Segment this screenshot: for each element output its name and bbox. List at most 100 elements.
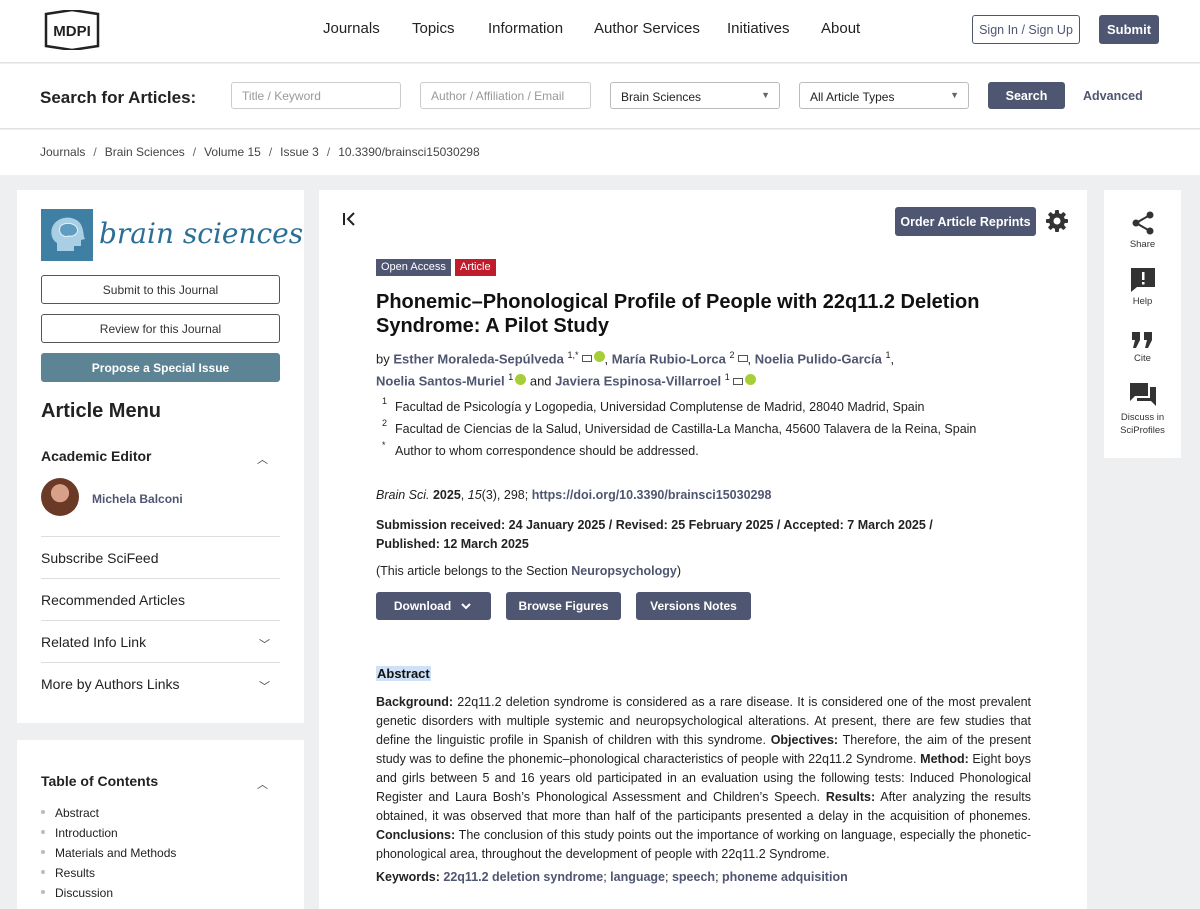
avatar [41,478,79,516]
keywords: Keywords: 22q11.2 deletion syndrome; lan… [376,870,848,884]
keyword-input[interactable]: Title / Keyword [231,82,401,109]
submit-button[interactable]: Submit [1099,15,1159,44]
article-type-select[interactable]: All Article Types ▼ [799,82,969,109]
affiliation: 1 Facultad de Psicología y Logopedia, Uni… [382,396,925,414]
browse-figures-button[interactable]: Browse Figures [506,592,621,620]
keyword-link[interactable]: language [610,870,665,884]
nav-author-services[interactable]: Author Services [594,20,700,37]
author-link[interactable]: Noelia Santos-Muriel [376,374,505,389]
author-input[interactable]: Author / Affiliation / Email [420,82,591,109]
article-type-value: All Article Types [810,90,895,104]
academic-editor-toggle[interactable]: Academic Editor [41,448,151,464]
author-sup: 1 [508,372,514,383]
open-access-badge: Open Access [376,259,451,276]
toc-item[interactable]: Introduction [41,826,176,846]
author-sup: 2 [729,350,735,360]
journal-select[interactable]: Brain Sciences ▼ [610,82,780,109]
nav-about[interactable]: About [821,20,860,37]
affiliations: 1 Facultad de Psicología y Logopedia, Uni… [376,396,1036,466]
order-reprints-button[interactable]: Order Article Reprints [895,207,1036,236]
help-icon [1130,268,1155,292]
author-link[interactable]: Javiera Espinosa-Villarroel [555,374,721,389]
share-tool[interactable]: Share [1104,210,1181,250]
download-label: Download [393,599,452,613]
orcid-icon[interactable] [593,351,605,363]
mail-icon[interactable] [732,377,743,385]
brain-head-icon [41,209,93,261]
citation-journal: Brain Sci. [376,488,430,502]
keyword-link[interactable]: speech [672,870,715,884]
breadcrumb-volume[interactable]: Volume 15 [204,145,261,159]
article-menu-title: Article Menu [41,400,162,422]
caret-down-icon: ▼ [761,90,770,100]
tool-label: Help [1132,296,1153,307]
section-link[interactable]: Neuropsychology [571,564,677,578]
menu-related-info[interactable]: Related Info Link ﹀ [41,620,280,662]
versions-notes-button[interactable]: Versions Notes [636,592,751,620]
editor-name-link[interactable]: Michela Balconi [92,492,183,506]
journal-logo[interactable]: brain sciences [41,209,303,261]
toc-title[interactable]: Table of Contents [41,773,158,789]
mail-icon[interactable] [581,355,592,363]
and-label: and [529,373,552,389]
article-section: (This article belongs to the Section Neu… [376,564,681,578]
top-navigation: MDPI Journals Topics Information Author … [0,0,1200,63]
orcid-icon[interactable] [744,373,756,385]
breadcrumb-journals[interactable]: Journals [40,145,85,159]
search-button[interactable]: Search [988,82,1065,109]
affiliation: * Author to whom correspondence should be… [382,440,699,458]
toc-item[interactable]: Abstract [41,806,176,826]
mdpi-logo[interactable]: MDPI [40,10,104,50]
doi-link[interactable]: https://doi.org/10.3390/brainsci15030298 [532,488,772,502]
menu-subscribe-scifeed[interactable]: Subscribe SciFeed [41,536,280,578]
nav-topics[interactable]: Topics [412,20,455,37]
by-label: by [376,351,390,367]
review-for-journal-button[interactable]: Review for this Journal [41,314,280,343]
collapse-icon[interactable] [341,210,359,228]
keyword-link[interactable]: 22q11.2 deletion syndrome [443,870,603,884]
article-type-badge: Article [455,259,496,276]
toc-item[interactable]: Results [41,866,176,886]
breadcrumb-bar: Journals / Brain Sciences / Volume 15/Issue … [0,130,1200,175]
journal-name: brain sciences [99,217,304,250]
menu-item-label: Subscribe SciFeed [41,550,159,566]
sign-in-button[interactable]: Sign In / Sign Up [972,15,1080,44]
affiliation: 2 Facultad de Ciencias de la Salud, Unive… [382,418,977,436]
author-link[interactable]: María Rubio-Lorca [612,351,726,366]
cite-tool[interactable]: Cite [1104,330,1181,364]
nav-journals[interactable]: Journals [323,20,380,37]
toc-item[interactable]: Materials and Methods [41,846,176,866]
submit-to-journal-button[interactable]: Submit to this Journal [41,275,280,304]
keywords-label: Keywords: [376,870,440,884]
menu-item-label: Related Info Link [41,634,147,650]
chevron-up-icon[interactable]: ︿ [257,451,268,467]
advanced-search-link[interactable]: Advanced [1083,89,1143,103]
article-tools-panel: Share Help Cite Discuss in SciProfiles [1104,190,1181,458]
gear-icon[interactable] [1045,209,1069,233]
author-link[interactable]: Esther Moraleda-Sepúlveda [393,351,564,366]
download-button[interactable]: Download [376,592,491,620]
breadcrumb: Journals / Brain Sciences / Volume 15/Issue … [40,145,480,159]
menu-recommended-articles[interactable]: Recommended Articles [41,578,280,620]
discuss-tool[interactable]: Discuss in SciProfiles [1104,382,1181,437]
keyword-link[interactable]: phoneme adquisition [722,870,848,884]
menu-item-label: More by Authors Links [41,676,180,692]
author-link[interactable]: Noelia Pulido-García [755,351,882,366]
citation-issue: (3), 298; [481,488,529,502]
breadcrumb-doi[interactable]: 10.3390/brainsci15030298 [338,145,479,159]
breadcrumb-journal[interactable]: Brain Sciences [105,145,185,159]
help-tool[interactable]: Help [1104,267,1181,307]
menu-more-by-authors[interactable]: More by Authors Links ﹀ [41,662,280,704]
chevron-up-icon[interactable]: ︿ [257,776,268,792]
discuss-icon [1129,383,1156,406]
chevron-down-icon: ﹀ [259,681,270,693]
logo-text: MDPI [53,23,91,40]
nav-initiatives[interactable]: Initiatives [727,20,790,37]
toc-item[interactable]: Discussion [41,886,176,906]
breadcrumb-issue[interactable]: Issue 3 [280,145,319,159]
orcid-icon[interactable] [515,373,527,385]
propose-special-issue-button[interactable]: Propose a Special Issue [41,353,280,382]
nav-information[interactable]: Information [488,20,563,37]
article-search-bar: Search for Articles: Title / Keyword Aut… [0,64,1200,129]
mail-icon[interactable] [737,355,748,363]
